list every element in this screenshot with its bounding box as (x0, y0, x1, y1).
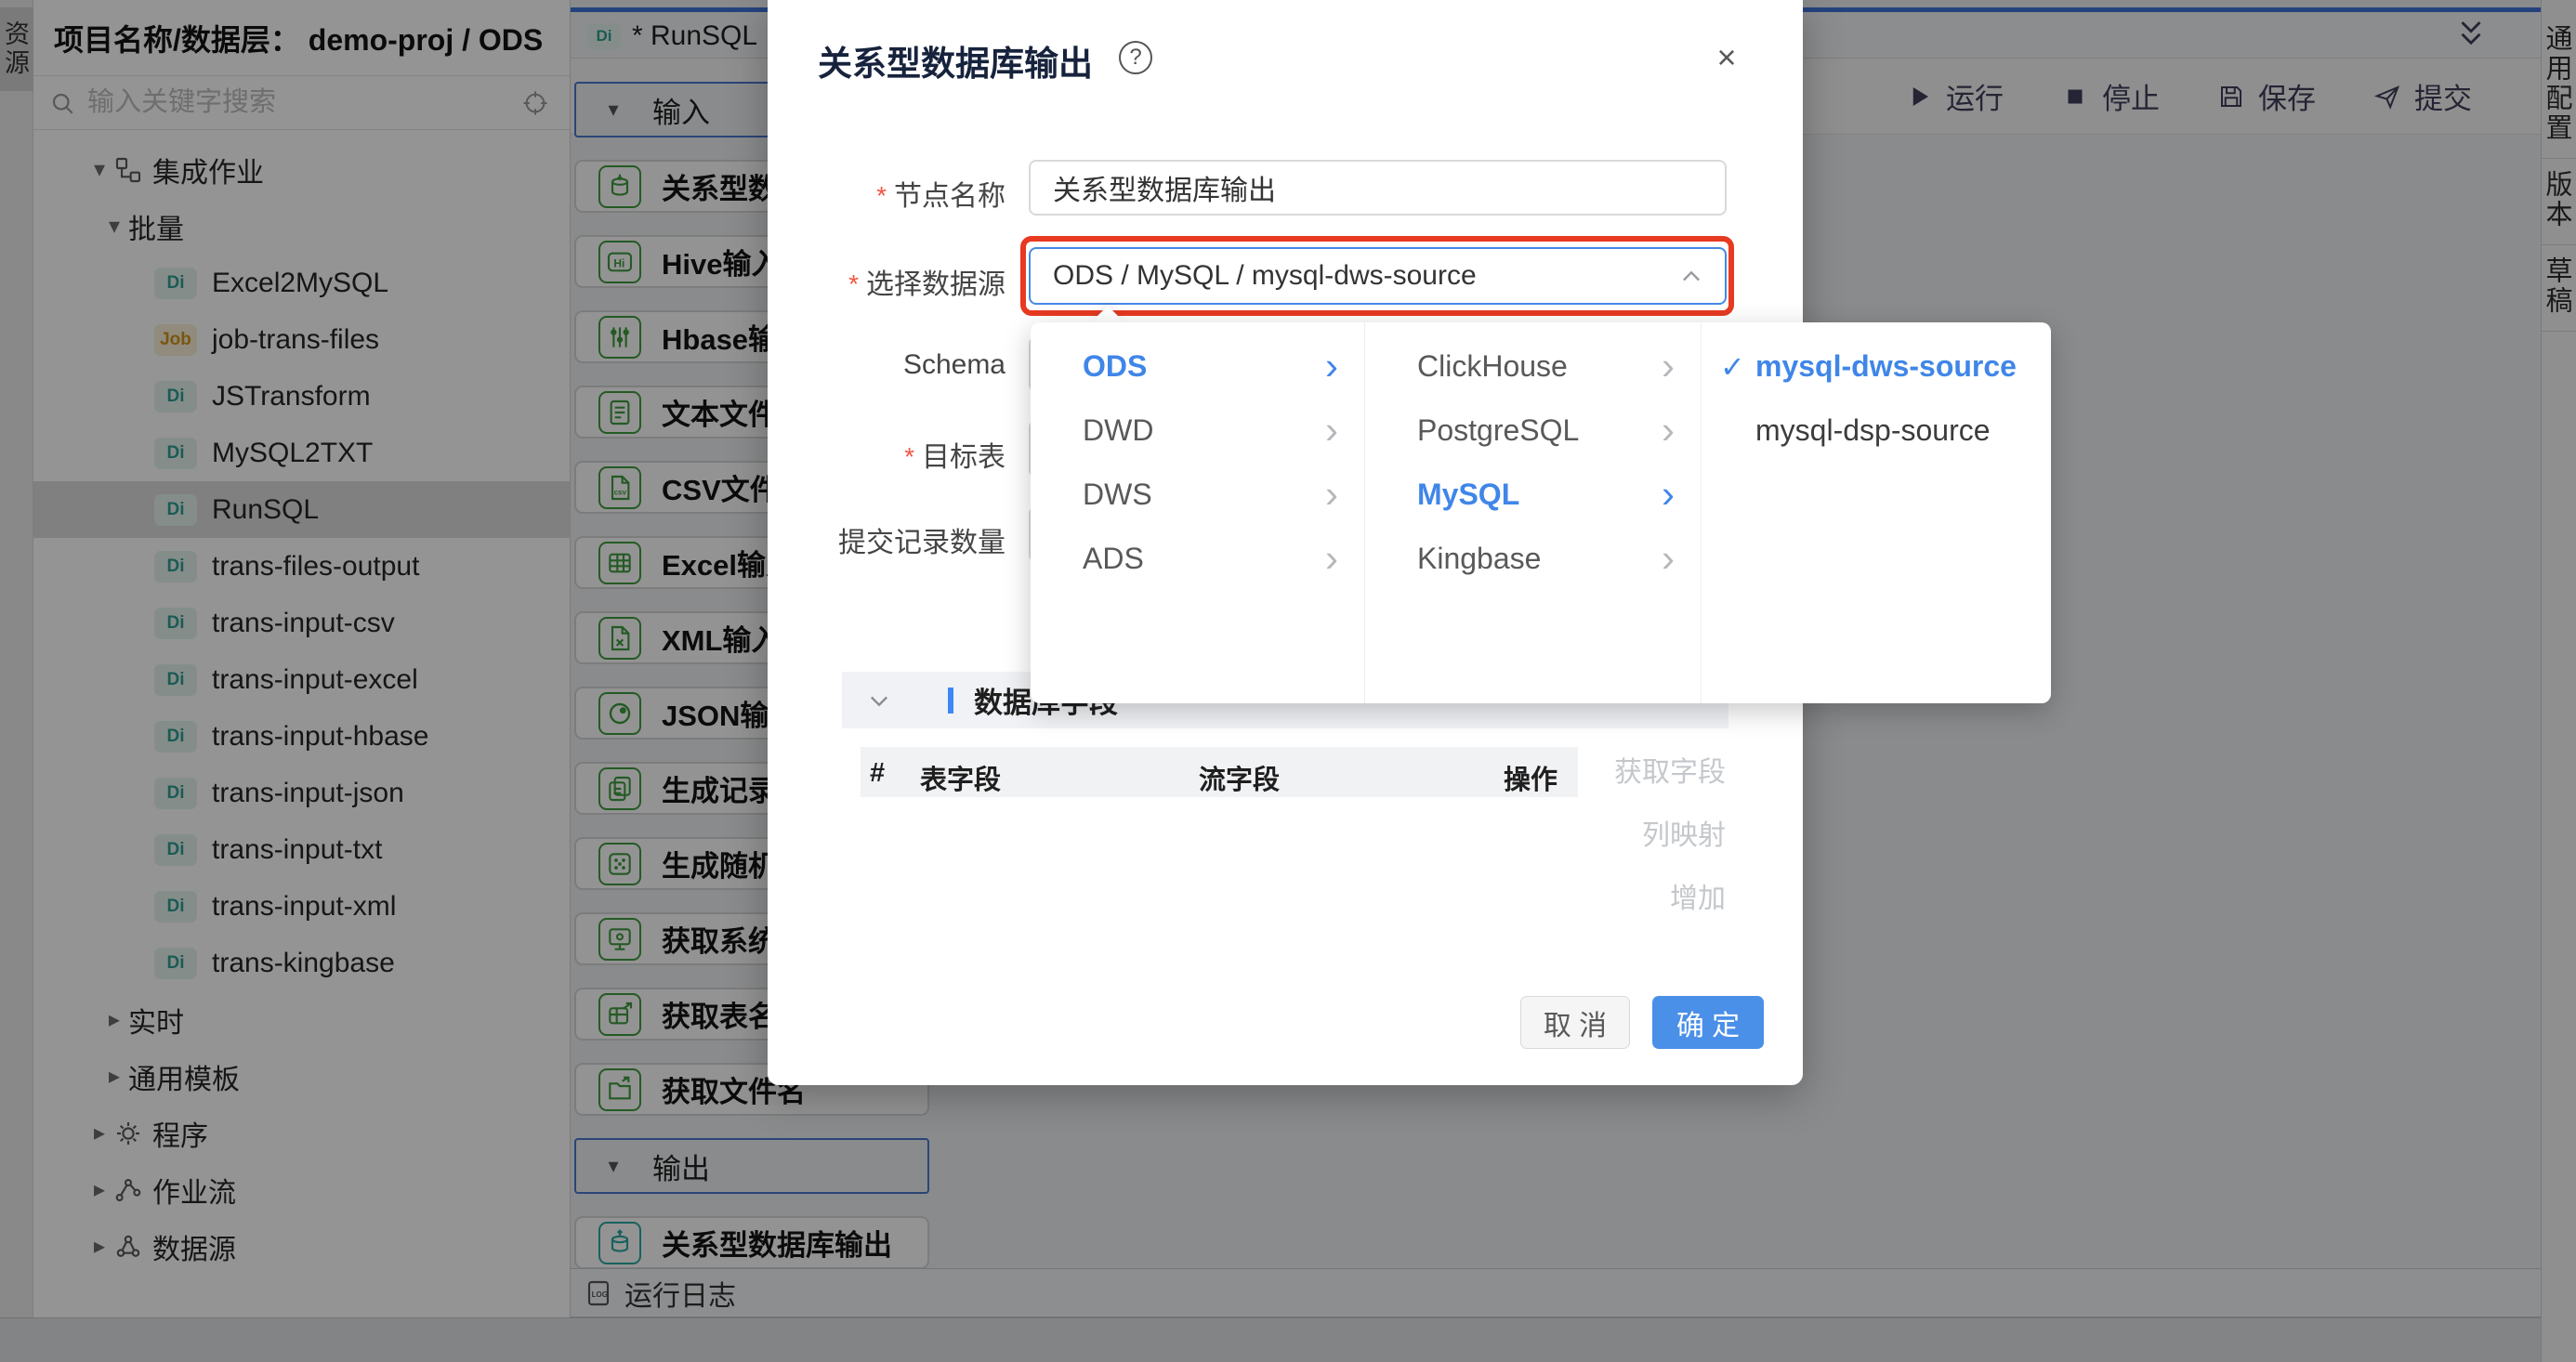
datasource-cascader: ODS › DWD › DWS › ADS › ClickHouse › P (1031, 322, 2051, 703)
cascader-option-label: ODS (1083, 349, 1147, 384)
cascader-option-label: PostgreSQL (1417, 413, 1579, 448)
cascader-source-column: ✓ mysql-dws-source mysql-dsp-source (1701, 322, 2051, 703)
field-action-button[interactable]: 列映射 (1614, 812, 1726, 853)
datasource-select[interactable]: ODS / MySQL / mysql-dws-source (1029, 247, 1727, 305)
node-name-input[interactable] (1053, 172, 1685, 203)
chevron-right-icon: › (1325, 408, 1338, 452)
cascader-option-label: ADS (1083, 542, 1144, 576)
datasource-label: * 选择数据源 (615, 261, 1005, 302)
chevron-right-icon: › (1325, 344, 1338, 388)
commit-count-label: 提交记录数量 (615, 519, 1005, 560)
node-name-field[interactable] (1029, 160, 1727, 216)
ok-button[interactable]: 确 定 (1652, 996, 1764, 1049)
cancel-button[interactable]: 取 消 (1520, 996, 1630, 1049)
check-icon: ✓ (1720, 349, 1745, 385)
field-action-button[interactable]: 获取字段 (1614, 749, 1726, 790)
section-accent-bar (948, 688, 953, 714)
cascader-option-label: MySQL (1417, 478, 1519, 512)
chevron-down-icon[interactable] (866, 688, 892, 714)
cascader-option-label: DWD (1083, 413, 1153, 448)
chevron-right-icon: › (1662, 344, 1675, 388)
required-asterisk: * (848, 269, 859, 299)
col-stream-field: 流字段 (1199, 758, 1280, 797)
fields-table-header: # 表字段 流字段 操作 (861, 747, 1578, 797)
help-icon[interactable]: ? (1119, 41, 1152, 74)
field-action-button[interactable]: 增加 (1614, 875, 1726, 916)
required-asterisk: * (876, 181, 887, 211)
chevron-up-icon (1678, 264, 1704, 290)
cascader-option[interactable]: PostgreSQL › (1365, 399, 1701, 463)
col-table-field: 表字段 (920, 758, 1001, 797)
cascader-option-label: mysql-dws-source (1755, 349, 2017, 384)
target-table-label: * 目标表 (615, 434, 1005, 475)
modal-title: 关系型数据库输出 (818, 35, 1093, 85)
cascader-option[interactable]: ClickHouse › (1365, 334, 1701, 399)
col-index: # (870, 758, 885, 789)
chevron-right-icon: › (1662, 472, 1675, 517)
cascader-dbtype-column: ClickHouse › PostgreSQL › MySQL › Kingba… (1364, 322, 1701, 703)
cascader-option[interactable]: MySQL › (1365, 463, 1701, 527)
chevron-right-icon: › (1325, 472, 1338, 517)
cascader-option[interactable]: DWS › (1031, 463, 1364, 527)
cascader-layer-column: ODS › DWD › DWS › ADS › (1031, 322, 1364, 703)
cascader-option-label: mysql-dsp-source (1755, 413, 1991, 448)
cascader-option-label: Kingbase (1417, 542, 1541, 576)
cascader-option-label: ClickHouse (1417, 349, 1568, 384)
node-name-label: * 节点名称 (615, 173, 1005, 214)
chevron-right-icon: › (1662, 408, 1675, 452)
cascader-option[interactable]: ODS › (1031, 334, 1364, 399)
cascader-option[interactable]: ADS › (1031, 527, 1364, 591)
chevron-right-icon: › (1662, 536, 1675, 581)
datasource-value: ODS / MySQL / mysql-dws-source (1053, 260, 1477, 292)
cascader-option-label: DWS (1083, 478, 1152, 512)
cascader-option[interactable]: Kingbase › (1365, 527, 1701, 591)
col-actions: 操作 (1504, 758, 1557, 797)
cascader-option[interactable]: mysql-dsp-source (1702, 399, 2051, 463)
schema-label: Schema (615, 349, 1005, 381)
chevron-right-icon: › (1325, 536, 1338, 581)
app-window: 资源 项目名称/数据层： demo-proj / ODS ▾ 集成作业 ▾ 批量 (0, 0, 2576, 1362)
cascader-option[interactable]: ✓ mysql-dws-source (1702, 334, 2051, 399)
close-icon[interactable]: × (1706, 37, 1747, 78)
cascader-option[interactable]: DWD › (1031, 399, 1364, 463)
field-actions: 获取字段列映射增加 (1614, 749, 1726, 938)
required-asterisk: * (904, 442, 914, 472)
